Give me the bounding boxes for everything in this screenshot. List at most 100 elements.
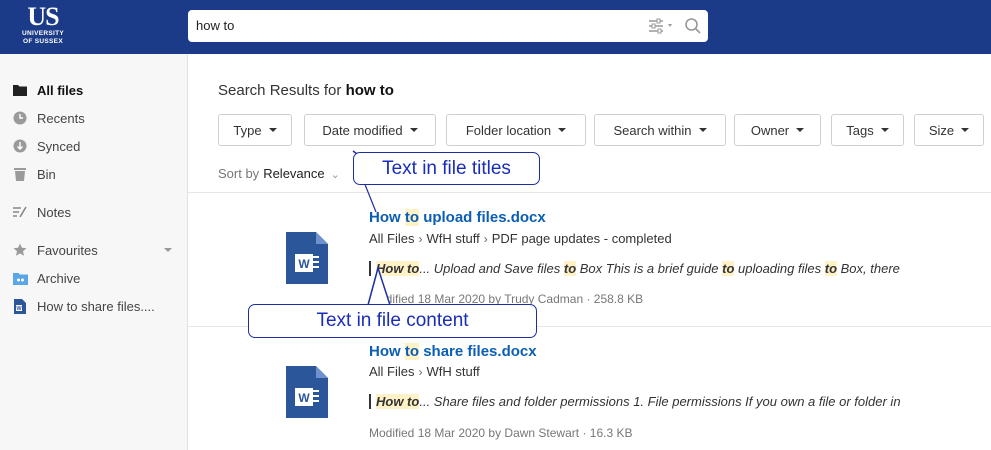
notes-icon [12,204,28,220]
file-meta: Modified 18 Mar 2020 by Dawn Stewart · 1… [369,426,633,440]
sidebar-item-bin[interactable]: Bin [12,163,182,185]
word-doc-icon: W [12,298,28,314]
logo-line-2: OF SUSSEX [23,38,63,45]
caret-down-icon [409,128,418,132]
filter-label: Date modified [322,122,403,138]
star-icon [12,242,28,258]
sidebar-item-how-to-share-files[interactable]: W How to share files.... [12,295,182,317]
breadcrumb-item[interactable]: WfH stuff [427,364,480,379]
sidebar-item-label: Bin [37,166,56,182]
top-bar: US UNIVERSITY OF SUSSEX how to [0,0,991,54]
filter-date-modified-button[interactable]: Date modified [304,114,436,146]
university-logo[interactable]: US UNIVERSITY OF SUSSEX [14,4,72,46]
annotation-file-titles: Text in file titles [353,152,540,185]
clock-icon [12,110,28,126]
chevron-right-icon: › [418,231,423,246]
sidebar-item-label: Recents [37,110,85,126]
sidebar: All files Recents Synced Bin Notes Favou… [0,54,188,450]
sidebar-item-label: Synced [37,138,81,154]
search-options-icon[interactable] [648,18,676,34]
caret-down-icon [880,128,889,132]
content-snippet: How to... Share files and folder permiss… [369,394,901,409]
filter-search-within-button[interactable]: Search within [594,114,726,146]
sidebar-item-notes[interactable]: Notes [12,201,182,223]
filter-label: Tags [846,122,874,138]
sidebar-item-synced[interactable]: Synced [12,135,182,157]
results-prefix: Search Results for [218,82,342,99]
breadcrumb-item[interactable]: All Files [369,231,415,246]
filter-label: Search within [613,122,692,138]
filter-size-button[interactable]: Size [914,114,984,146]
snippet-text: ... Share files and folder permissions 1… [419,394,901,409]
sidebar-item-label: How to share files.... [37,298,155,314]
sidebar-item-label: Archive [37,270,81,286]
chevron-right-icon: › [418,364,423,379]
archive-icon [12,270,28,286]
content-snippet: How to... Upload and Save files to Box T… [369,261,900,276]
filter-label: Folder location [465,122,552,138]
divider [188,192,991,193]
bin-icon [12,166,28,182]
snippet-match: How to [376,394,420,409]
breadcrumb: All Files › WfH stuff › PDF page updates… [369,231,672,246]
logo-monogram: US [27,2,59,31]
filter-tags-button[interactable]: Tags [831,114,904,146]
sidebar-item-label: Notes [37,204,71,220]
file-title-link[interactable]: How to upload files.docx [369,209,546,226]
caret-down-icon [796,128,805,132]
sync-icon [12,138,28,154]
snippet-text: Box This is a brief guide [576,261,723,276]
filter-label: Type [233,122,262,138]
sort-control[interactable]: Sort by Relevance ⌄ [218,166,340,181]
title-rest: share files.docx [423,343,537,360]
sidebar-item-label: All files [37,82,84,98]
breadcrumb: All Files › WfH stuff [369,364,480,379]
snippet-match: to [824,261,838,276]
title-match: How [369,343,401,360]
sidebar-item-label: Favourites [37,242,98,258]
chevron-down-icon[interactable]: ⌄ [331,169,340,181]
filter-label: Owner [750,122,790,138]
snippet-match: to [722,261,735,276]
filter-label: Size [928,122,955,138]
sidebar-item-favourites[interactable]: Favourites [12,239,182,261]
search-box[interactable]: how to [188,10,708,42]
caret-down-icon [961,128,970,132]
page-title: Search Results for how to [218,82,394,99]
word-doc-icon[interactable]: W [286,366,328,418]
snippet-text: ... Upload and Save files [419,261,564,276]
filter-type-button[interactable]: Type [218,114,292,146]
sidebar-item-all-files[interactable]: All files [12,79,182,101]
results-query: how to [345,82,394,99]
breadcrumb-item[interactable]: All Files [369,364,415,379]
title-match-highlight: to [404,343,420,360]
snippet-text: Box, there [837,261,900,276]
snippet-text: uploading files [734,261,825,276]
chevron-down-icon[interactable] [164,248,172,252]
logo-line-1: UNIVERSITY [21,30,64,37]
file-title-link[interactable]: How to share files.docx [369,343,537,360]
sort-value[interactable]: Relevance [263,166,324,181]
title-rest: upload files.docx [423,209,546,226]
svg-text:W: W [298,257,310,271]
caret-down-icon [558,128,567,132]
filter-folder-location-button[interactable]: Folder location [446,114,586,146]
svg-text:W: W [298,391,310,405]
breadcrumb-item[interactable]: PDF page updates - completed [492,231,672,246]
snippet-match: to [563,261,577,276]
title-match-highlight: to [404,209,420,226]
svg-text:W: W [16,306,22,312]
sort-label: Sort by [218,166,260,181]
sidebar-item-archive[interactable]: Archive [12,267,182,289]
search-input[interactable]: how to [196,18,234,33]
filter-owner-button[interactable]: Owner [734,114,821,146]
chevron-right-icon: › [483,231,488,246]
word-doc-icon[interactable]: W [286,232,328,284]
folder-icon [12,82,28,98]
caret-down-icon [698,128,707,132]
search-icon[interactable] [684,17,702,35]
breadcrumb-item[interactable]: WfH stuff [427,231,480,246]
annotation-file-content: Text in file content [248,304,537,338]
sidebar-item-recents[interactable]: Recents [12,107,182,129]
caret-down-icon [268,128,277,132]
